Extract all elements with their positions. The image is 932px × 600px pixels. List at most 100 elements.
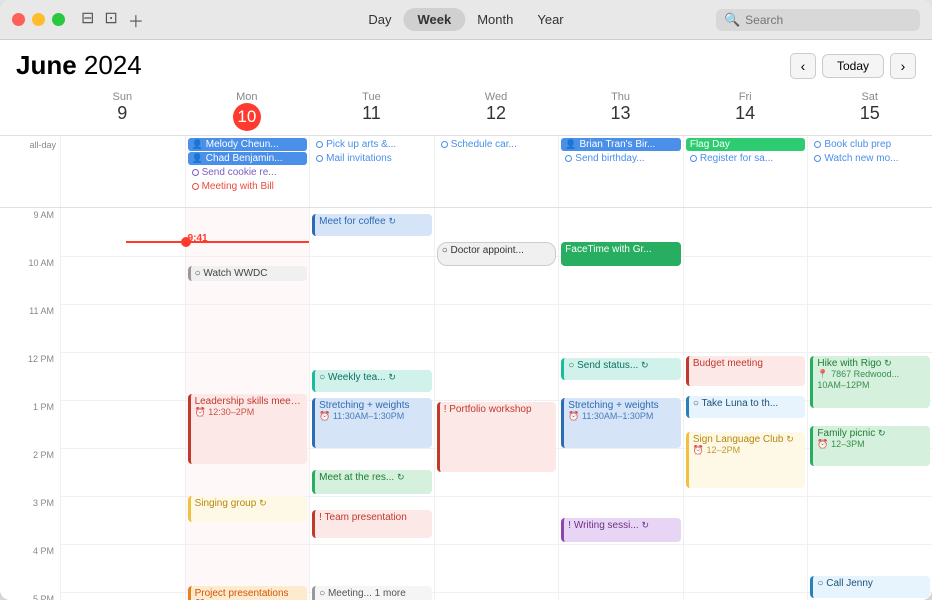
person-icon: 👤 — [192, 139, 203, 150]
person-icon: 👤 — [192, 153, 203, 164]
traffic-lights — [12, 13, 65, 26]
nav-day[interactable]: Day — [356, 8, 403, 31]
day-col-fri: Budget meeting ○ Take Luna to th... Sign… — [683, 208, 808, 600]
allday-sat: Book club prep Watch new mo... — [807, 136, 932, 207]
day-col-tue: Meet for coffee ↻ ○ Weekly tea... ↻ Stre… — [309, 208, 434, 600]
minimize-button[interactable] — [32, 13, 45, 26]
search-bar[interactable]: 🔍 — [716, 9, 920, 31]
day-header-wed: Wed 12 — [434, 87, 559, 135]
event-family-picnic[interactable]: Family picnic ↻ ⏰ 12–3PM — [810, 426, 930, 466]
event-leadership[interactable]: Leadership skills meeting ⏰ 12:30–2PM — [188, 394, 308, 464]
today-button[interactable]: Today — [822, 54, 884, 78]
day-col-thu: FaceTime with Gr... ○ Send status... ↻ S… — [558, 208, 683, 600]
event-facetime[interactable]: FaceTime with Gr... — [561, 242, 681, 266]
day-col-mon: 9:41 ○ Watch WWDC Leadership skills meet… — [185, 208, 310, 600]
day-header-sat: Sat 15 — [807, 87, 932, 135]
allday-label: all-day — [0, 136, 60, 207]
allday-event-book-club[interactable]: Book club prep — [810, 138, 930, 151]
time-scroll-area[interactable]: 9 AM 10 AM 11 AM 12 PM 1 PM 2 PM 3 PM 4 … — [0, 208, 932, 600]
day-col-wed: ○ Doctor appoint... ! Portfolio workshop… — [434, 208, 559, 600]
day-header-fri: Fri 14 — [683, 87, 808, 135]
calendar-header: June 2024 ‹ Today › — [0, 40, 932, 87]
nav-year[interactable]: Year — [525, 8, 575, 31]
nav-month[interactable]: Month — [465, 8, 525, 31]
nav-today-group: ‹ Today › — [790, 53, 916, 79]
time-label-3pm: 3 PM — [0, 496, 60, 544]
allday-fri: Flag Day Register for sa... — [683, 136, 808, 207]
allday-mon: 👤Melody Cheun... 👤Chad Benjamin... Send … — [185, 136, 310, 207]
event-budget-meeting[interactable]: Budget meeting — [686, 356, 806, 386]
allday-event-brian[interactable]: 👤Brian Tran's Bir... — [561, 138, 681, 151]
allday-event-melody[interactable]: 👤Melody Cheun... — [188, 138, 308, 151]
event-meet-coffee[interactable]: Meet for coffee ↻ — [312, 214, 432, 236]
event-meet-res[interactable]: Meet at the res... ↻ — [312, 470, 432, 494]
event-watch-wwdc[interactable]: ○ Watch WWDC — [188, 266, 308, 281]
close-button[interactable] — [12, 13, 25, 26]
allday-wed: Schedule car... — [434, 136, 559, 207]
time-label-9am: 9 AM — [0, 208, 60, 256]
calendar-window: ⊟ ⊡ ＋ Day Week Month Year 🔍 June 2024 ‹ … — [0, 0, 932, 600]
event-stretching-tue[interactable]: Stretching + weights ⏰ 11:30AM–1:30PM — [312, 398, 432, 448]
event-stretching-thu[interactable]: Stretching + weights ⏰ 11:30AM–1:30PM — [561, 398, 681, 448]
fullscreen-button[interactable] — [52, 13, 65, 26]
allday-event-pickup-arts[interactable]: Pick up arts &... — [312, 138, 432, 151]
event-project-presentations[interactable]: Project presentations ⏰ 5–7PM — [188, 586, 308, 600]
day-headers: Sun 9 Mon 10 Tue 11 Wed 12 Thu 13 — [0, 87, 932, 136]
current-time-indicator — [126, 241, 310, 243]
day-header-tue: Tue 11 — [309, 87, 434, 135]
allday-event-cookie[interactable]: Send cookie re... — [188, 166, 308, 179]
event-portfolio-workshop[interactable]: ! Portfolio workshop — [437, 402, 557, 472]
event-weekly-tea[interactable]: ○ Weekly tea... ↻ — [312, 370, 432, 392]
allday-event-chad[interactable]: 👤Chad Benjamin... — [188, 152, 308, 165]
toolbar-icons: ⊟ ⊡ ＋ — [81, 8, 144, 32]
search-input[interactable] — [745, 13, 912, 27]
allday-event-flag-day[interactable]: Flag Day — [686, 138, 806, 151]
day-col-sun — [60, 208, 185, 600]
event-team-presentation[interactable]: ! Team presentation — [312, 510, 432, 538]
allday-tue: Pick up arts &... Mail invitations — [309, 136, 434, 207]
time-label-4pm: 4 PM — [0, 544, 60, 592]
time-grid: 9 AM 10 AM 11 AM 12 PM 1 PM 2 PM 3 PM 4 … — [0, 208, 932, 600]
event-send-status[interactable]: ○ Send status... ↻ — [561, 358, 681, 380]
sidebar-icon[interactable]: ⊟ — [81, 8, 94, 32]
day-header-sun: Sun 9 — [60, 87, 185, 135]
allday-event-schedule-car[interactable]: Schedule car... — [437, 138, 557, 151]
time-label-12pm: 12 PM — [0, 352, 60, 400]
allday-thu: 👤Brian Tran's Bir... Send birthday... — [558, 136, 683, 207]
time-label-10am: 10 AM — [0, 256, 60, 304]
add-icon[interactable]: ＋ — [128, 8, 144, 32]
nav-week[interactable]: Week — [403, 8, 465, 31]
inbox-icon[interactable]: ⊡ — [104, 8, 117, 32]
event-take-luna[interactable]: ○ Take Luna to th... — [686, 396, 806, 418]
event-call-jenny[interactable]: ○ Call Jenny — [810, 576, 930, 598]
titlebar: ⊟ ⊡ ＋ Day Week Month Year 🔍 — [0, 0, 932, 40]
time-label-2pm: 2 PM — [0, 448, 60, 496]
allday-event-send-bday[interactable]: Send birthday... — [561, 152, 681, 165]
allday-event-mail-inv[interactable]: Mail invitations — [312, 152, 432, 165]
event-sign-language[interactable]: Sign Language Club ↻ ⏰ 12–2PM — [686, 432, 806, 488]
event-meeting-more[interactable]: ○ Meeting... 1 more — [312, 586, 432, 600]
time-label-11am: 11 AM — [0, 304, 60, 352]
time-label-1pm: 1 PM — [0, 400, 60, 448]
event-singing-group[interactable]: Singing group ↻ — [188, 496, 308, 522]
person-icon: 👤 — [565, 139, 576, 150]
day-header-thu: Thu 13 — [558, 87, 683, 135]
main-content: June 2024 ‹ Today › Sun 9 Mon 10 — [0, 40, 932, 600]
next-arrow[interactable]: › — [890, 53, 916, 79]
event-hike-rigo[interactable]: Hike with Rigo ↻ 📍 7867 Redwood... 10AM–… — [810, 356, 930, 408]
time-labels: 9 AM 10 AM 11 AM 12 PM 1 PM 2 PM 3 PM 4 … — [0, 208, 60, 600]
day-col-sat: Hike with Rigo ↻ 📍 7867 Redwood... 10AM–… — [807, 208, 932, 600]
search-icon: 🔍 — [724, 12, 740, 28]
day-header-mon: Mon 10 — [185, 87, 310, 135]
allday-sun — [60, 136, 185, 207]
prev-arrow[interactable]: ‹ — [790, 53, 816, 79]
nav-tabs: Day Week Month Year — [356, 8, 575, 31]
calendar-grid: Sun 9 Mon 10 Tue 11 Wed 12 Thu 13 — [0, 87, 932, 600]
allday-event-meeting-bill[interactable]: Meeting with Bill — [188, 180, 308, 193]
event-doctor[interactable]: ○ Doctor appoint... — [437, 242, 557, 266]
event-writing-session[interactable]: ! Writing sessi... ↻ — [561, 518, 681, 542]
allday-row: all-day 👤Melody Cheun... 👤Chad Benjamin.… — [0, 136, 932, 208]
allday-event-register[interactable]: Register for sa... — [686, 152, 806, 165]
allday-event-watch-movie[interactable]: Watch new mo... — [810, 152, 930, 165]
time-label-5pm: 5 PM — [0, 592, 60, 600]
